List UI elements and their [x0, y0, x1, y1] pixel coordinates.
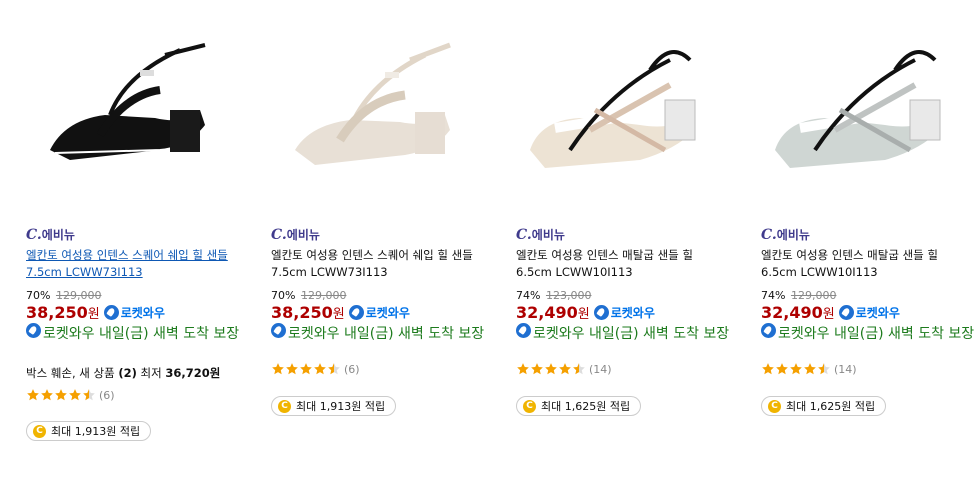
- rocket-wow-icon: [271, 323, 286, 338]
- star-icon: [55, 389, 67, 401]
- cashback-badge: C 최대 1,913원 적립: [26, 421, 152, 441]
- review-count: (6): [344, 362, 360, 376]
- won-unit: 원: [577, 307, 590, 322]
- rocket-wow-icon: [26, 323, 41, 338]
- star-icon: [573, 363, 585, 375]
- sale-price-row: 32,490 원 로켓와우: [761, 303, 900, 322]
- star-icon: [314, 363, 326, 375]
- rating: (14): [516, 362, 612, 376]
- original-price: 129,000: [300, 289, 347, 302]
- star-icon: [804, 363, 816, 375]
- product-title[interactable]: 엘칸토 여성용 인텐스 매탈굽 샌들 힐 6.5cm LCWW10I113: [761, 247, 973, 281]
- star-rating: [26, 388, 96, 402]
- star-icon: [83, 389, 95, 401]
- product-title[interactable]: 엘칸토 여성용 인텐스 스퀘어 쉐입 힐 샌들 7.5cm LCWW73I113: [271, 247, 483, 281]
- sale-price: 38,250: [271, 303, 333, 322]
- discount-row: 70% 129,000: [271, 289, 346, 302]
- product-card[interactable]: C.에비뉴 엘칸토 여성용 인텐스 매탈굽 샌들 힐 6.5cm LCWW10I…: [745, 0, 980, 478]
- brand-logo: C.에비뉴: [761, 227, 810, 243]
- brand-logo: C.에비뉴: [271, 227, 320, 243]
- discount-row: 74% 129,000: [761, 289, 836, 302]
- delivery-info: 로켓와우 내일(금) 새벽 도착 보장: [761, 323, 975, 343]
- rating: (6): [26, 388, 115, 402]
- cash-coin-icon: C: [523, 399, 536, 413]
- star-icon: [300, 363, 312, 375]
- sale-price: 38,250: [26, 303, 88, 322]
- delivery-info: 로켓와우 내일(금) 새벽 도착 보장: [271, 323, 485, 343]
- star-icon: [517, 363, 529, 375]
- cash-coin-icon: C: [768, 399, 781, 413]
- rating: (14): [761, 362, 857, 376]
- sale-price-row: 38,250 원 로켓와우: [26, 303, 165, 322]
- discount-rate: 70%: [26, 289, 51, 302]
- cash-coin-icon: C: [33, 424, 46, 438]
- star-icon: [41, 389, 53, 401]
- product-grid: C.에비뉴 엘칸토 여성용 인텐스 스퀘어 쉐입 힐 샌들 7.5cm LCWW…: [0, 0, 980, 478]
- cashback-badge: C 최대 1,625원 적립: [516, 396, 642, 416]
- product-image[interactable]: [10, 0, 240, 212]
- star-icon: [762, 363, 774, 375]
- brand-logo: C.에비뉴: [516, 227, 565, 243]
- rocket-wow-icon: [516, 323, 531, 338]
- cashback-badge: C 최대 1,625원 적립: [761, 396, 887, 416]
- review-count: (14): [834, 362, 857, 376]
- star-rating: [761, 362, 831, 376]
- star-icon: [286, 363, 298, 375]
- delivery-info: 로켓와우 내일(금) 새벽 도착 보장: [516, 323, 730, 343]
- review-count: (14): [589, 362, 612, 376]
- sale-price-row: 38,250 원 로켓와우: [271, 303, 410, 322]
- rocket-wow-icon: [103, 305, 119, 320]
- brand-logo: C.에비뉴: [26, 227, 75, 243]
- product-image[interactable]: [500, 0, 730, 212]
- rocket-wow-badge: 로켓와우: [593, 304, 655, 321]
- discount-row: 74% 123,000: [516, 289, 591, 302]
- discount-row: 70% 129,000: [26, 289, 101, 302]
- rocket-wow-badge: 로켓와우: [348, 304, 410, 321]
- star-icon: [328, 363, 340, 375]
- rocket-wow-icon: [838, 305, 854, 320]
- sale-price: 32,490: [761, 303, 823, 322]
- original-price: 129,000: [790, 289, 837, 302]
- star-icon: [272, 363, 284, 375]
- rocket-wow-badge: 로켓와우: [103, 304, 165, 321]
- star-icon: [818, 363, 830, 375]
- star-rating: [271, 362, 341, 376]
- product-image[interactable]: [745, 0, 975, 212]
- rocket-wow-badge: 로켓와우: [838, 304, 900, 321]
- rating: (6): [271, 362, 360, 376]
- cash-coin-icon: C: [278, 399, 291, 413]
- product-image[interactable]: [255, 0, 485, 212]
- sale-price-row: 32,490 원 로켓와우: [516, 303, 655, 322]
- star-icon: [559, 363, 571, 375]
- won-unit: 원: [822, 307, 835, 322]
- star-rating: [516, 362, 586, 376]
- star-icon: [69, 389, 81, 401]
- star-icon: [531, 363, 543, 375]
- star-icon: [790, 363, 802, 375]
- star-icon: [776, 363, 788, 375]
- product-card[interactable]: C.에비뉴 엘칸토 여성용 인텐스 매탈굽 샌들 힐 6.5cm LCWW10I…: [500, 0, 740, 478]
- rocket-wow-icon: [593, 305, 609, 320]
- rocket-wow-icon: [348, 305, 364, 320]
- cashback-badge: C 최대 1,913원 적립: [271, 396, 397, 416]
- product-title[interactable]: 엘칸토 여성용 인텐스 스퀘어 쉐입 힐 샌들 7.5cm LCWW73I113: [26, 247, 238, 281]
- original-price: 129,000: [55, 289, 102, 302]
- sale-price: 32,490: [516, 303, 578, 322]
- discount-rate: 74%: [761, 289, 786, 302]
- rocket-wow-icon: [761, 323, 776, 338]
- delivery-info: 로켓와우 내일(금) 새벽 도착 보장: [26, 323, 240, 343]
- product-title[interactable]: 엘칸토 여성용 인텐스 매탈굽 샌들 힐 6.5cm LCWW10I113: [516, 247, 728, 281]
- original-price: 123,000: [545, 289, 592, 302]
- star-icon: [27, 389, 39, 401]
- other-sellers[interactable]: 박스 훼손, 새 상품 (2) 최저 36,720원: [26, 365, 220, 381]
- review-count: (6): [99, 388, 115, 402]
- star-icon: [545, 363, 557, 375]
- discount-rate: 70%: [271, 289, 296, 302]
- product-card[interactable]: C.에비뉴 엘칸토 여성용 인텐스 스퀘어 쉐입 힐 샌들 7.5cm LCWW…: [255, 0, 495, 478]
- won-unit: 원: [87, 307, 100, 322]
- product-card[interactable]: C.에비뉴 엘칸토 여성용 인텐스 스퀘어 쉐입 힐 샌들 7.5cm LCWW…: [10, 0, 250, 478]
- won-unit: 원: [332, 307, 345, 322]
- discount-rate: 74%: [516, 289, 541, 302]
